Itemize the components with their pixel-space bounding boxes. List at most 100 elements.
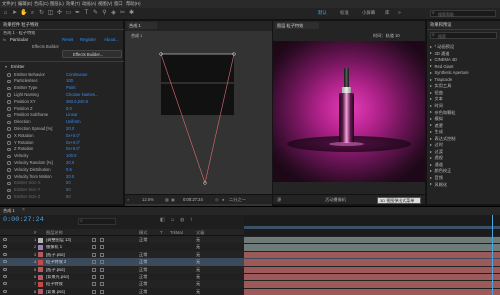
emitter-property-row[interactable]: Direction Spread [%] 20.0 (0, 126, 124, 132)
effects-category-item[interactable]: 文本 (430, 97, 443, 101)
emitter-property-row[interactable]: Particles/sec 100 (0, 79, 124, 85)
stopwatch-icon[interactable] (7, 181, 11, 186)
expand-triangle-icon[interactable] (430, 98, 432, 101)
timeline-timecode[interactable]: 0:00:27:24 (3, 217, 44, 224)
expand-triangle-icon[interactable] (430, 144, 432, 147)
menu-view[interactable]: 视图(V) (98, 1, 112, 6)
layer-switch-checkbox[interactable] (92, 275, 96, 279)
close-icon[interactable]: × (22, 208, 25, 213)
blend-mode-select[interactable]: 正常 (139, 237, 147, 242)
menu-edit[interactable]: 编辑(E) (18, 1, 32, 6)
blend-mode-select[interactable]: 正常 (139, 267, 147, 272)
emitter-property-row[interactable]: X Rotation 0x+0.0° (0, 133, 124, 139)
expand-triangle-icon[interactable] (430, 117, 432, 120)
expand-triangle-icon[interactable] (430, 150, 432, 153)
effects-category-item[interactable]: Trapcode (430, 77, 452, 82)
layer-switch-checkbox[interactable] (100, 245, 104, 250)
layer-label-color[interactable] (38, 244, 43, 250)
layer-label-color[interactable] (38, 281, 43, 287)
parent-select[interactable]: 无 (196, 267, 200, 272)
layer-label-color[interactable] (38, 267, 43, 273)
layer-label-color[interactable] (38, 237, 43, 243)
magnifier-icon[interactable]: ⌕ (127, 197, 129, 202)
layer-switch-checkbox[interactable] (100, 282, 104, 287)
layer-switch-checkbox[interactable] (92, 245, 96, 250)
comp-breadcrumb[interactable]: 合成 1 (131, 34, 142, 38)
expand-triangle-icon[interactable] (5, 66, 7, 68)
parent-select[interactable]: 无 (196, 252, 200, 257)
property-value[interactable]: Choose Names... (66, 92, 98, 97)
parent-select[interactable]: 无 (196, 245, 200, 249)
effect-controls-tab[interactable]: 效果控件 粒子特效 (3, 22, 39, 27)
property-value[interactable]: Uniform (66, 119, 81, 124)
parent-select[interactable]: 无 (196, 274, 200, 279)
expand-triangle-icon[interactable] (430, 91, 432, 94)
layer-label-color[interactable] (38, 289, 43, 295)
workspace-default[interactable]: 默认 (318, 10, 327, 15)
layer-switch-checkbox[interactable] (92, 252, 96, 257)
property-value[interactable]: 50 (66, 181, 71, 185)
expand-triangle-icon[interactable] (430, 124, 432, 127)
help-search-box[interactable]: ⌕ (430, 10, 496, 17)
effects-search-box[interactable]: ⌕ (430, 32, 497, 39)
comp-timecode[interactable]: 0:00:27:24 (183, 197, 203, 202)
layer-switch-checkbox[interactable] (92, 260, 96, 265)
composition-canvas[interactable] (125, 31, 272, 207)
visibility-eye-icon[interactable] (3, 289, 7, 293)
property-value[interactable]: 0x+0.0° (66, 147, 80, 151)
expand-triangle-icon[interactable] (430, 72, 432, 74)
effects-category-item[interactable]: 杂色和颗粒 (430, 110, 455, 115)
effects-category-item[interactable]: 3D 通道 (430, 51, 449, 56)
stopwatch-icon[interactable] (7, 73, 11, 77)
emitter-property-row[interactable]: Position Z 0.0 (0, 106, 124, 112)
effects-category-item[interactable]: 透视 (430, 156, 443, 160)
property-value[interactable]: 20.0 (66, 174, 74, 179)
emitter-property-row[interactable]: Light Naming Choose Names... (0, 92, 124, 98)
menu-layer[interactable]: 图层(L) (50, 1, 64, 6)
hand-tool-icon[interactable]: ✋ (20, 10, 27, 17)
clone-tool-icon[interactable]: ⚲ (101, 10, 108, 17)
property-value[interactable]: Continuous (66, 72, 87, 77)
camera-tool-icon[interactable]: ◫ (47, 10, 54, 17)
parent-select[interactable]: 无 (196, 289, 200, 294)
parent-select[interactable]: 无 (196, 259, 200, 264)
expand-triangle-icon[interactable] (430, 111, 432, 114)
help-search-input[interactable] (438, 11, 494, 17)
workspace-menu-icon[interactable]: » (398, 11, 401, 16)
property-value[interactable]: Point (66, 85, 76, 90)
stopwatch-icon[interactable] (7, 141, 11, 145)
layer-label-color[interactable] (38, 259, 43, 265)
stopwatch-icon[interactable] (7, 86, 11, 91)
stopwatch-icon[interactable] (7, 175, 11, 179)
emitter-property-row[interactable]: Emitter Size X 50 (0, 181, 124, 187)
expand-triangle-icon[interactable] (430, 157, 432, 160)
expand-triangle-icon[interactable] (430, 78, 432, 81)
selection-tool-icon[interactable]: ➤ (11, 10, 18, 17)
emitter-property-row[interactable]: Y Rotation 0x+0.0° (0, 140, 124, 146)
visibility-eye-icon[interactable] (3, 252, 7, 256)
stopwatch-icon[interactable] (7, 134, 11, 138)
expand-triangle-icon[interactable] (430, 65, 432, 68)
expand-triangle-icon[interactable] (430, 137, 432, 140)
effects-presets-tab[interactable]: 效果和预设 (430, 22, 451, 27)
workspace-library[interactable]: 库 (385, 10, 389, 15)
effects-category-item[interactable]: 遮罩 (430, 123, 443, 128)
home-icon[interactable]: ⌂ (2, 10, 9, 17)
source-select[interactable]: 源 (277, 197, 281, 202)
visibility-eye-icon[interactable] (3, 275, 7, 278)
tab-layer[interactable]: 图层 粒子特效 (275, 22, 319, 29)
time-ruler[interactable] (244, 215, 500, 229)
motion-blur-icon[interactable]: ◍ (180, 218, 184, 223)
layer-duration-bar[interactable] (244, 288, 500, 295)
timeline-tab[interactable]: 合成 1 (3, 208, 15, 213)
emitter-property-row[interactable]: Z Rotation 0x+0.0° (0, 147, 124, 153)
layer-switch-checkbox[interactable] (92, 267, 96, 272)
property-value[interactable]: Linear (66, 113, 78, 117)
footage-preview[interactable] (273, 41, 425, 182)
stopwatch-icon[interactable] (7, 113, 11, 118)
graph-editor-icon[interactable]: ⌇ (190, 218, 192, 223)
zoom-tool-icon[interactable]: ⌕ (29, 10, 36, 17)
effects-search-input[interactable] (438, 33, 496, 39)
effects-category-item[interactable]: 过渡 (430, 149, 443, 154)
layer-label-color[interactable] (38, 252, 43, 258)
